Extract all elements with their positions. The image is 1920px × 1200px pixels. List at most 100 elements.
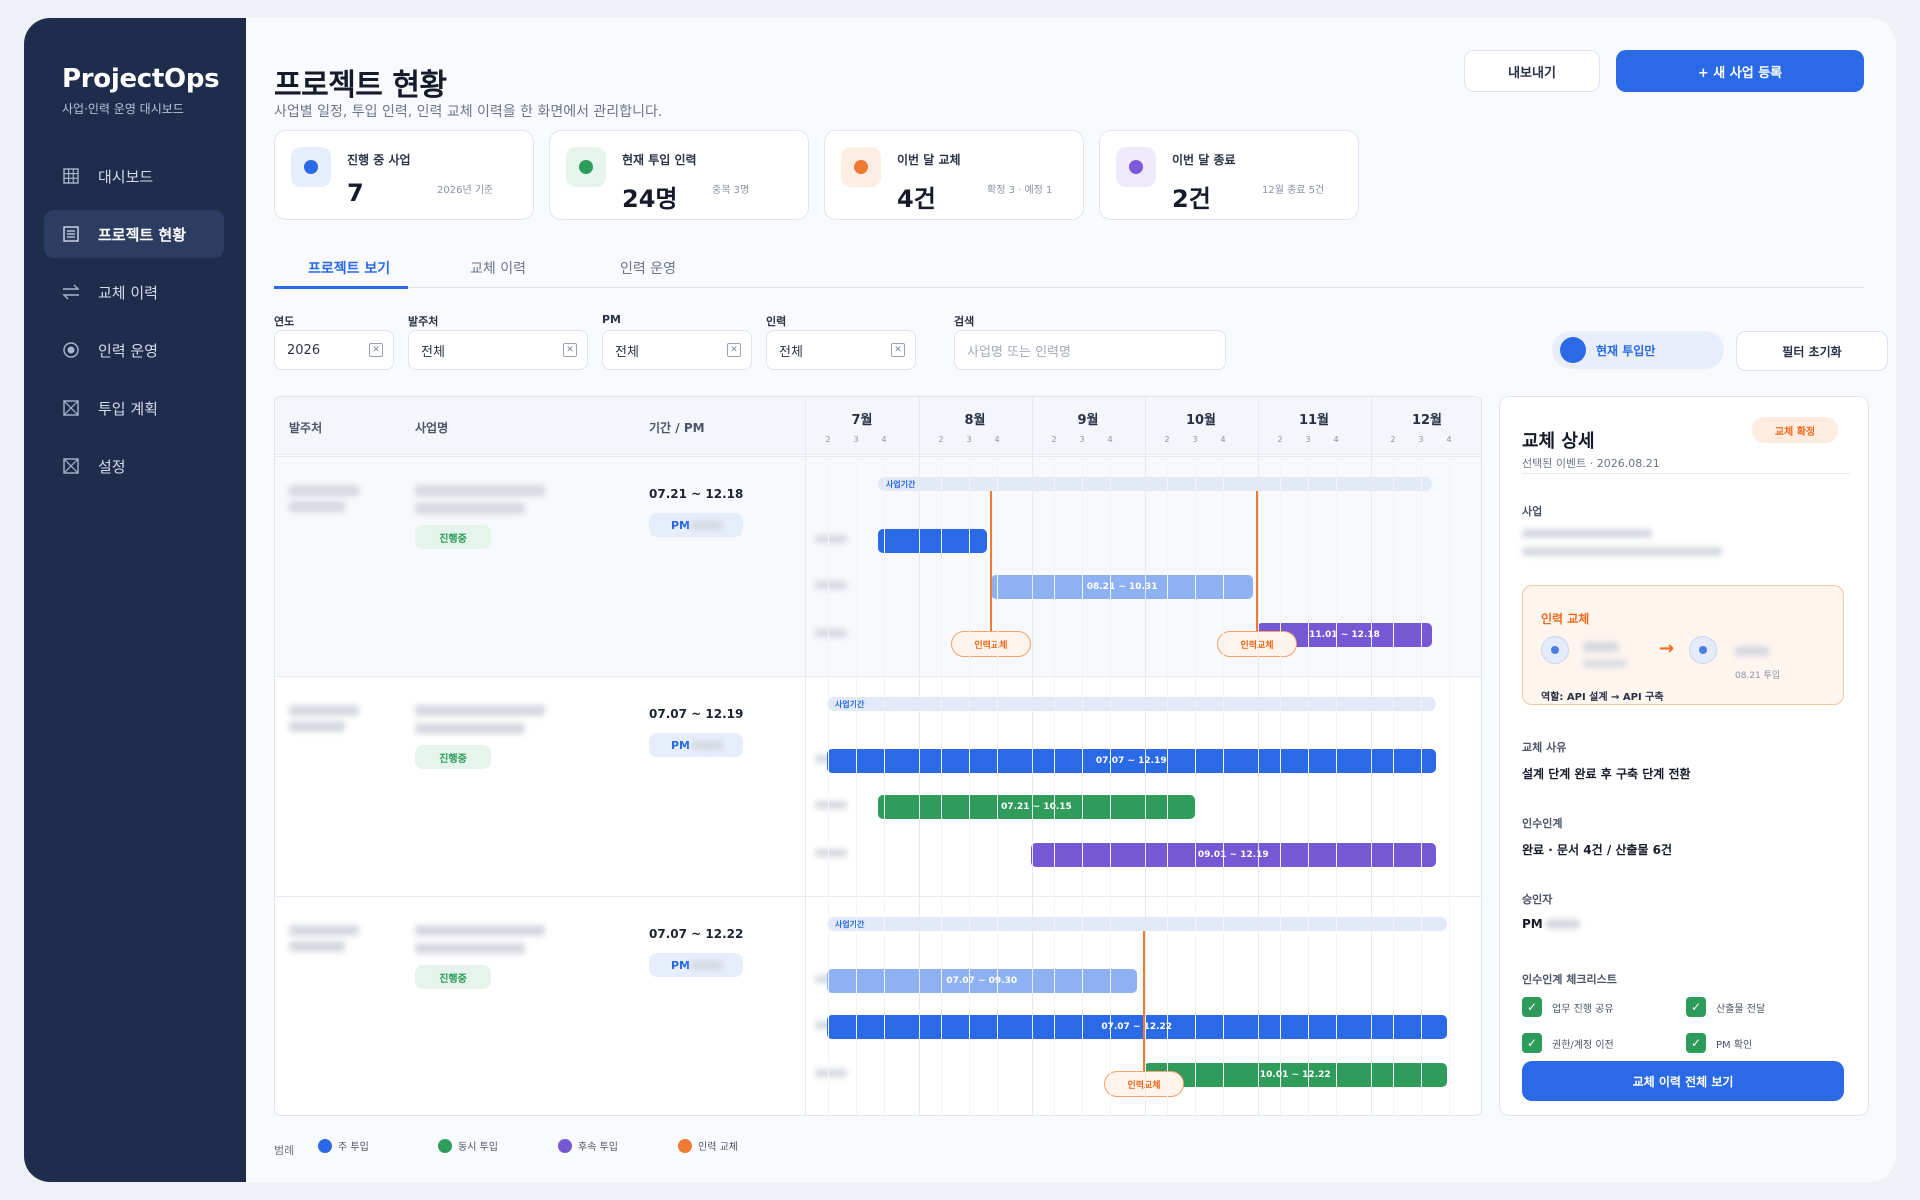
redacted-pm-name — [691, 741, 723, 750]
toggle-label: 현재 투입만 — [1596, 343, 1656, 358]
sidebar-nav: 대시보드 프로젝트 현황 교체 이력 인력 운영 투입 계획 설정 — [44, 152, 224, 500]
legend-label: 주 투입 — [338, 1142, 369, 1153]
redacted-project-name — [415, 503, 525, 514]
month-label: 8월 — [964, 413, 986, 428]
reset-filters-button[interactable]: 필터 초기화 — [1736, 331, 1888, 371]
week-gridline — [1336, 455, 1337, 1115]
legend-dot-icon — [558, 1138, 572, 1153]
stat-dot-icon — [566, 147, 606, 187]
header-client: 발주처 — [289, 421, 323, 435]
staff-select[interactable]: 전체 ✕ — [766, 330, 916, 370]
checkbox-checked-icon[interactable]: ✓ — [1686, 1033, 1706, 1053]
checklist-item[interactable]: ✓ 업무 진행 공유 — [1522, 997, 1614, 1017]
sidebar-item-settings[interactable]: 설정 — [44, 442, 224, 490]
month-label: 10월 — [1185, 413, 1217, 428]
redacted-text — [1546, 919, 1580, 929]
year-select[interactable]: 2026 ✕ — [274, 330, 394, 370]
checkbox-checked-icon[interactable]: ✓ — [1522, 1033, 1542, 1053]
replacement-role: 역할: API 설계 → API 구축 — [1541, 692, 1664, 703]
stat-dot-icon — [841, 147, 881, 187]
week-label: 2 — [825, 435, 831, 444]
staff-value: 전체 — [779, 344, 803, 360]
month-gridline — [1032, 397, 1033, 1115]
view-all-history-button[interactable]: 교체 이력 전체 보기 — [1522, 1061, 1844, 1101]
week-gridline — [1054, 455, 1055, 1115]
month-gridline — [1258, 397, 1259, 1115]
export-button[interactable]: 내보내기 — [1464, 50, 1600, 92]
sidebar-item-label: 설정 — [98, 457, 126, 476]
swap-icon — [62, 283, 80, 301]
sidebar-item-staffing[interactable]: 인력 운영 — [44, 326, 224, 374]
redacted-project-name — [415, 925, 545, 936]
replacement-card: 인력 교체 → 08.21 투입 역할: API 설계 → API 구축 — [1522, 585, 1844, 705]
main-content: 프로젝트 현황 사업별 일정, 투입 인력, 인력 교체 이력을 한 화면에서 … — [246, 18, 1896, 1182]
stat-label: 이번 달 종료 — [1172, 153, 1236, 167]
clear-icon[interactable]: ✕ — [369, 343, 383, 357]
legend-item: 동시 투입 — [438, 1138, 498, 1153]
clear-icon[interactable]: ✕ — [563, 343, 577, 357]
week-label: 3 — [1418, 435, 1424, 444]
reason-label: 교체 사유 — [1522, 741, 1567, 754]
week-label: 4 — [1333, 435, 1339, 444]
client-select[interactable]: 전체 ✕ — [408, 330, 588, 370]
divider — [1522, 473, 1850, 474]
redacted-pm-name — [691, 961, 723, 970]
pm-select[interactable]: 전체 ✕ — [602, 330, 752, 370]
legend-item: 주 투입 — [318, 1138, 369, 1153]
week-label: 2 — [938, 435, 944, 444]
pm-prefix: PM — [671, 958, 691, 972]
new-project-button[interactable]: + 새 사업 등록 — [1616, 50, 1864, 92]
checklist-text: 권한/계정 이전 — [1552, 1039, 1614, 1051]
calendar-icon — [62, 399, 80, 417]
sidebar: ProjectOps 사업·인력 운영 대시보드 대시보드 프로젝트 현황 교체… — [24, 18, 246, 1182]
pm-value: 전체 — [615, 344, 639, 360]
sidebar-item-label: 인력 운영 — [98, 341, 158, 360]
checklist-item[interactable]: ✓ 권한/계정 이전 — [1522, 1033, 1614, 1053]
redacted-text — [1522, 547, 1722, 556]
avatar — [1541, 636, 1569, 664]
sidebar-item-history[interactable]: 교체 이력 — [44, 268, 224, 316]
redacted-project-name — [415, 485, 545, 496]
sidebar-item-dashboard[interactable]: 대시보드 — [44, 152, 224, 200]
brand-logo: ProjectOps — [62, 64, 220, 94]
sidebar-item-projects[interactable]: 프로젝트 현황 — [44, 210, 224, 258]
redacted-text — [1735, 646, 1769, 656]
pm-prefix: PM — [671, 738, 691, 752]
redacted-text — [1583, 660, 1627, 667]
year-filter-label: 연도 — [274, 315, 295, 328]
tab-replace-history[interactable]: 교체 이력 — [470, 258, 526, 278]
month-label: 7월 — [851, 413, 873, 428]
clear-icon[interactable]: ✕ — [727, 343, 741, 357]
replacement-date: 08.21 투입 — [1735, 671, 1781, 681]
checklist-item[interactable]: ✓ PM 확인 — [1686, 1033, 1752, 1053]
tab-staff-ops[interactable]: 인력 운영 — [620, 258, 676, 278]
checkbox-checked-icon[interactable]: ✓ — [1522, 997, 1542, 1017]
checkbox-checked-icon[interactable]: ✓ — [1686, 997, 1706, 1017]
week-label: 4 — [994, 435, 1000, 444]
search-input[interactable]: 사업명 또는 인력명 — [954, 330, 1226, 370]
brand-subtitle: 사업·인력 운영 대시보드 — [62, 102, 184, 116]
checklist-text: 산출물 전달 — [1716, 1003, 1766, 1015]
sidebar-item-label: 교체 이력 — [98, 283, 158, 302]
replacement-title: 인력 교체 — [1541, 612, 1590, 626]
search-label: 검색 — [954, 315, 975, 328]
stat-note: 2026년 기준 — [437, 185, 494, 196]
legend-item: 인력 교체 — [678, 1138, 738, 1153]
redacted-text — [1583, 642, 1619, 652]
week-gridline — [997, 455, 998, 1115]
sidebar-item-plan[interactable]: 투입 계획 — [44, 384, 224, 432]
week-gridline — [884, 455, 885, 1115]
header-period: 기간 / PM — [649, 421, 705, 435]
tab-project-view[interactable]: 프로젝트 보기 — [308, 258, 390, 278]
detail-title: 교체 상세 — [1522, 431, 1595, 452]
avatar — [1689, 636, 1717, 664]
redacted-pm-name — [691, 521, 723, 530]
clear-icon[interactable]: ✕ — [891, 343, 905, 357]
client-filter-label: 발주처 — [408, 315, 439, 328]
week-label: 2 — [1390, 435, 1396, 444]
target-icon — [62, 341, 80, 359]
checklist-item[interactable]: ✓ 산출물 전달 — [1686, 997, 1765, 1017]
current-only-toggle[interactable]: 현재 투입만 — [1552, 331, 1724, 369]
legend-label: 후속 투입 — [578, 1142, 618, 1153]
redacted-client — [289, 485, 359, 496]
